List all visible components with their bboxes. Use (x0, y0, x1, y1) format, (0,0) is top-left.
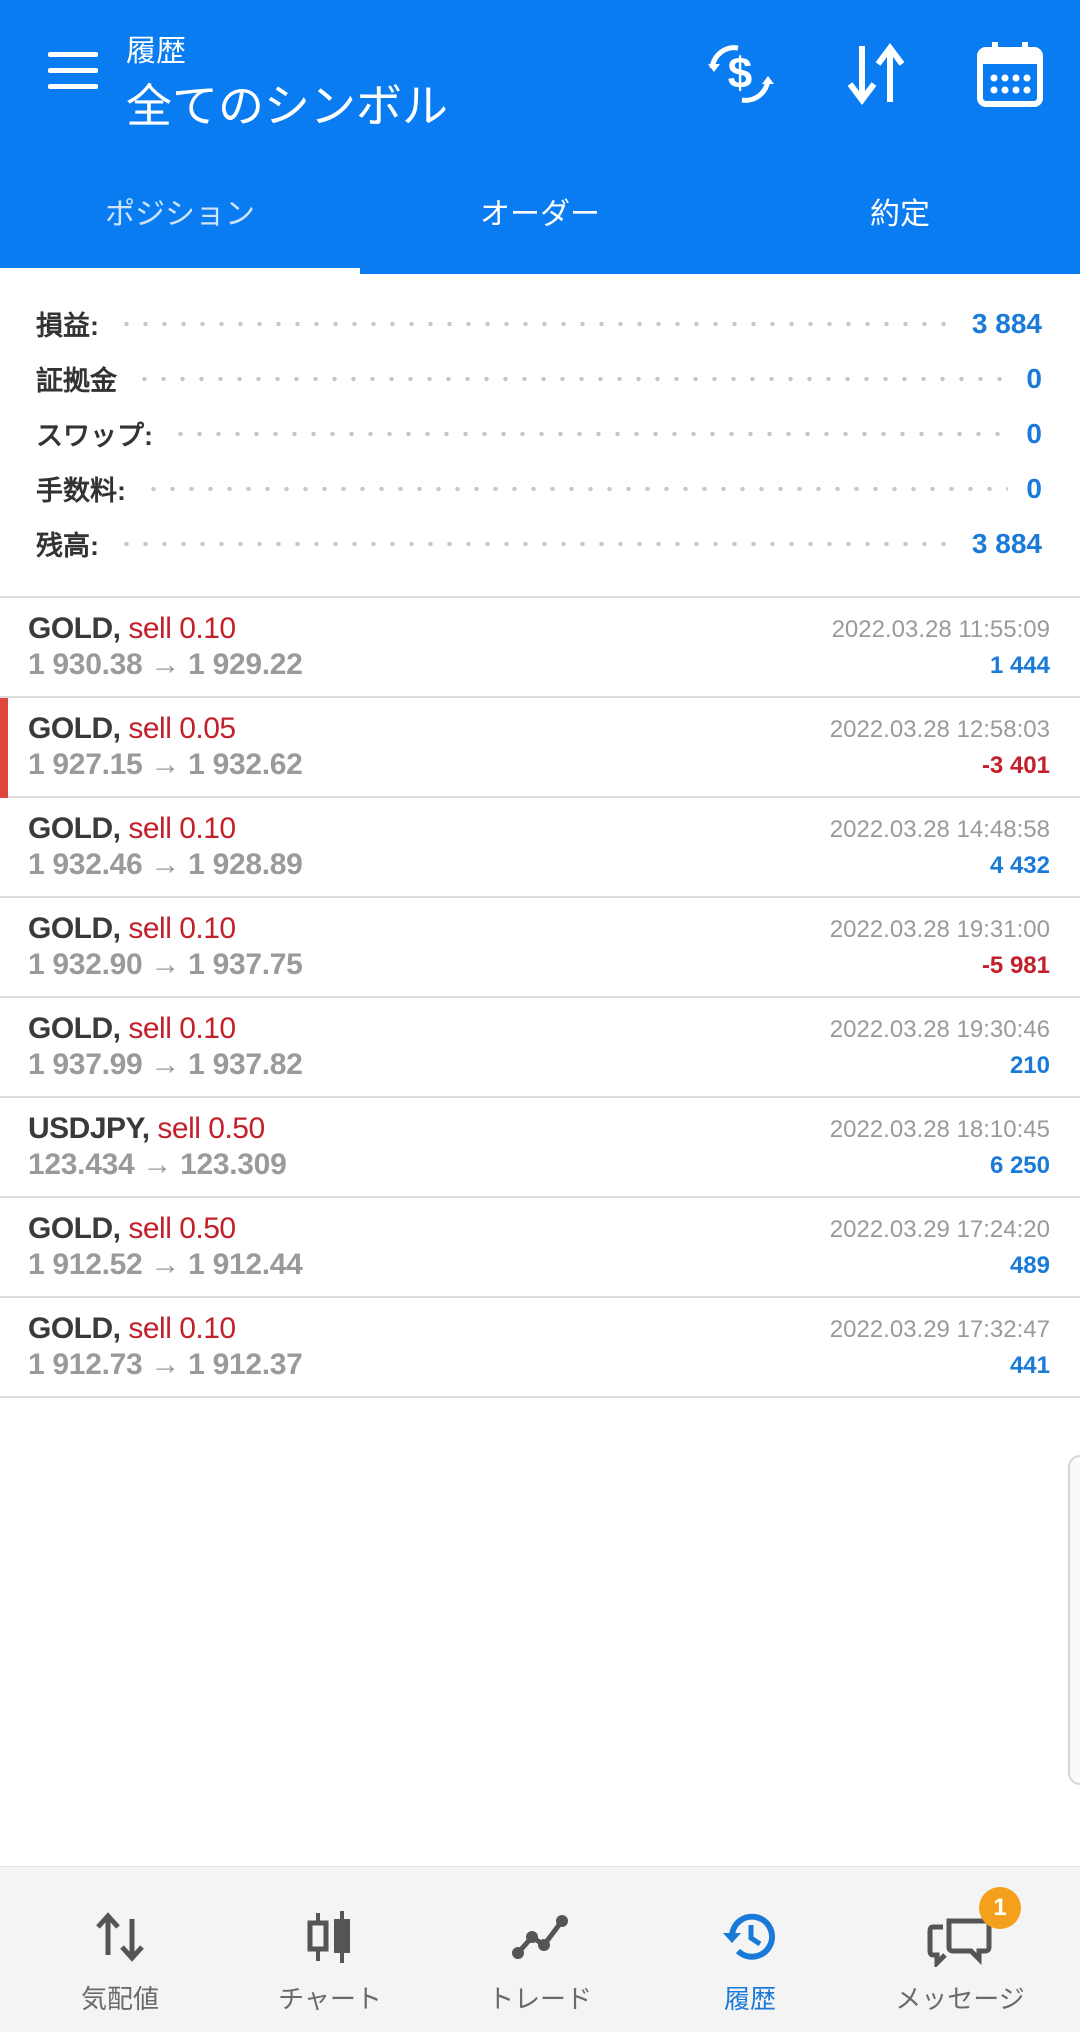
summary-row-margin: 証拠金 0 (36, 351, 1042, 406)
trade-row[interactable]: GOLD, sell 0.50 1 912.52 → 1 912.44 2022… (0, 1198, 1080, 1298)
trade-icon (512, 1915, 568, 1959)
header-title[interactable]: 全てのシンボル (126, 70, 448, 136)
trade-row[interactable]: GOLD, sell 0.05 1 927.15 → 1 932.62 2022… (0, 698, 1080, 798)
summary-value: 0 (1026, 417, 1042, 449)
trade-side: sell 0.10 (128, 912, 236, 945)
trade-prices: 1 927.15 → 1 932.62 (28, 748, 303, 781)
trade-side: sell 0.50 (157, 1112, 265, 1145)
trade-symbol: GOLD, (28, 812, 121, 845)
tab-bar: ポジション オーダー 約定 (0, 148, 1080, 274)
trade-symbol: USDJPY, (28, 1112, 150, 1145)
trade-side: sell 0.10 (128, 1012, 236, 1045)
chart-icon (307, 1911, 350, 1963)
trade-prices: 1 932.90 → 1 937.75 (28, 948, 303, 981)
svg-text:$: $ (728, 49, 752, 98)
nav-chart[interactable]: チャート (225, 1867, 435, 2032)
trade-side: sell 0.50 (128, 1212, 236, 1245)
summary-row-swap: スワップ: 0 (36, 406, 1042, 461)
nav-messages[interactable]: 1 メッセージ (855, 1867, 1065, 2032)
summary-value: 3 884 (971, 527, 1042, 559)
summary-label: 残高: (36, 531, 99, 561)
trade-profit: 210 (1009, 1052, 1050, 1079)
trade-time: 2022.03.29 17:24:20 (829, 1216, 1050, 1243)
trade-prices: 123.434 → 123.309 (28, 1148, 287, 1181)
trade-time: 2022.03.28 12:58:03 (829, 716, 1050, 743)
selected-indicator (0, 698, 8, 798)
nav-trade[interactable]: トレード (435, 1867, 645, 2032)
trade-side: sell 0.05 (128, 712, 236, 745)
currency-exchange-icon[interactable]: $ (704, 38, 776, 110)
trade-side: sell 0.10 (128, 812, 236, 845)
trade-row[interactable]: USDJPY, sell 0.50 123.434 → 123.309 2022… (0, 1098, 1080, 1198)
trade-row[interactable]: GOLD, sell 0.10 1 930.38 → 1 929.22 2022… (0, 598, 1080, 698)
bottom-nav: 気配値 チャート トレード 履歴 1 メッセージ (0, 1866, 1080, 2032)
trade-time: 2022.03.28 14:48:58 (829, 816, 1050, 843)
trade-time: 2022.03.28 19:30:46 (829, 1016, 1050, 1043)
trade-profit: -3 401 (981, 752, 1050, 779)
trade-prices: 1 930.38 → 1 929.22 (28, 648, 303, 681)
nav-label: 気配値 (80, 1984, 159, 2014)
message-count-badge: 1 (979, 1887, 1021, 1929)
trade-side: sell 0.10 (128, 612, 236, 645)
trade-symbol: GOLD, (28, 1312, 121, 1345)
trade-row[interactable]: GOLD, sell 0.10 1 937.99 → 1 937.82 2022… (0, 998, 1080, 1098)
summary-value: 0 (1026, 472, 1042, 504)
sort-icon[interactable] (840, 38, 912, 110)
trade-row[interactable]: GOLD, sell 0.10 1 932.90 → 1 937.75 2022… (0, 898, 1080, 998)
summary-panel: 損益: 3 884 証拠金 0 スワップ: 0 手数料: 0 残高: 3 884 (0, 274, 1080, 596)
summary-row-balance: 残高: 3 884 (36, 516, 1042, 571)
trade-symbol: GOLD, (28, 1212, 121, 1245)
trade-row[interactable]: GOLD, sell 0.10 1 932.46 → 1 928.89 2022… (0, 798, 1080, 898)
nav-history[interactable]: 履歴 (645, 1867, 855, 2032)
trade-prices: 1 932.46 → 1 928.89 (28, 848, 303, 881)
trade-profit: 489 (1009, 1252, 1050, 1279)
trade-row[interactable]: GOLD, sell 0.10 1 912.73 → 1 912.37 2022… (0, 1298, 1080, 1398)
summary-label: 損益: (36, 311, 99, 341)
trade-side: sell 0.10 (128, 1312, 236, 1345)
trade-prices: 1 937.99 → 1 937.82 (28, 1048, 303, 1081)
menu-icon[interactable] (48, 52, 98, 92)
tab-positions[interactable]: ポジション (0, 148, 360, 274)
history-icon (723, 1913, 775, 1960)
summary-label: 手数料: (36, 476, 126, 506)
nav-label: メッセージ (895, 1984, 1025, 2014)
summary-row-profit: 損益: 3 884 (36, 296, 1042, 351)
dotted-leader (171, 431, 1009, 436)
quotes-icon (96, 1912, 144, 1962)
trade-time: 2022.03.28 19:31:00 (829, 916, 1050, 943)
header-subtitle: 履歴 (126, 35, 186, 68)
scroll-handle[interactable] (1068, 1455, 1080, 1785)
trade-time: 2022.03.28 11:55:09 (831, 616, 1050, 643)
trade-symbol: GOLD, (28, 712, 121, 745)
trade-symbol: GOLD, (28, 612, 121, 645)
summary-row-commission: 手数料: 0 (36, 461, 1042, 516)
trade-profit: 4 432 (989, 852, 1050, 879)
summary-value: 0 (1026, 362, 1042, 394)
summary-label: スワップ: (36, 421, 153, 451)
trade-time: 2022.03.28 18:10:45 (829, 1116, 1050, 1143)
trade-symbol: GOLD, (28, 912, 121, 945)
nav-label: 履歴 (723, 1984, 776, 2014)
trade-profit: 6 250 (989, 1152, 1050, 1179)
nav-quotes[interactable]: 気配値 (15, 1867, 225, 2032)
calendar-icon[interactable] (974, 38, 1046, 110)
tab-orders[interactable]: オーダー (360, 148, 720, 274)
nav-label: トレード (487, 1984, 592, 2014)
summary-label: 証拠金 (36, 366, 117, 396)
app-bar: 履歴 全てのシンボル $ (0, 0, 1080, 148)
dotted-leader (117, 321, 954, 326)
trade-prices: 1 912.52 → 1 912.44 (28, 1248, 303, 1281)
dotted-leader (144, 486, 1009, 491)
trade-symbol: GOLD, (28, 1012, 121, 1045)
tab-deals[interactable]: 約定 (720, 148, 1080, 274)
dotted-leader (117, 541, 954, 546)
summary-value: 3 884 (971, 307, 1042, 339)
trade-profit: 1 444 (989, 652, 1050, 679)
trade-profit: 441 (1009, 1352, 1050, 1379)
trade-prices: 1 912.73 → 1 912.37 (28, 1348, 303, 1381)
nav-label: チャート (278, 1984, 382, 2014)
dotted-leader (135, 376, 1009, 381)
trade-profit: -5 981 (981, 952, 1050, 979)
trade-time: 2022.03.29 17:32:47 (829, 1316, 1050, 1343)
